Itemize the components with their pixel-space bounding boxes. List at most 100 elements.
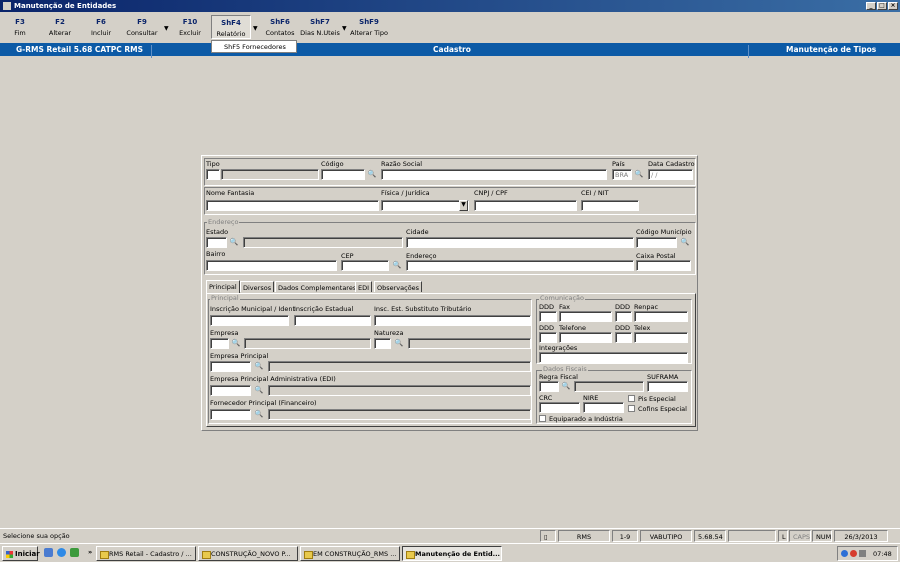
toolbar-excluir-button[interactable]: F10 Excluir	[170, 15, 210, 39]
tipo-input[interactable]	[206, 169, 220, 180]
toolbar-dias-uteis-button[interactable]: ShF7 Dias N.Uteis	[300, 15, 340, 39]
codigo-municipio-search-binoculars-icon[interactable]	[679, 237, 691, 248]
razao-social-input[interactable]	[381, 169, 607, 180]
relatorio-dropdown-menu[interactable]: ShF5 Fornecedores	[211, 40, 297, 53]
telefone-input[interactable]	[559, 332, 612, 343]
inscricao-municipal-input[interactable]	[210, 315, 289, 326]
equiparado-industria-label: Equiparado a Indústria	[549, 415, 623, 423]
minimize-button[interactable]: _	[866, 2, 876, 10]
status-message: Selecione sua opção	[3, 532, 70, 540]
crc-input[interactable]	[539, 402, 580, 413]
tab-dados-complementares[interactable]: Dados Complementares	[275, 281, 360, 292]
pais-input[interactable]: BRA	[612, 169, 632, 180]
ddd-fax-input[interactable]	[539, 311, 557, 322]
toolbar-relatorio-button[interactable]: ShF4 Relatório	[211, 15, 251, 39]
empresa-principal-adm-search-binoculars-icon[interactable]	[253, 385, 265, 396]
ddd-telex-input[interactable]	[615, 332, 632, 343]
tray-clock[interactable]: 07:48	[873, 550, 892, 558]
dias-uteis-dropdown-arrow-icon[interactable]: ▼	[342, 25, 347, 32]
tray-network-icon[interactable]	[841, 550, 848, 557]
cep-search-binoculars-icon[interactable]	[391, 260, 403, 271]
codigo-municipio-input[interactable]	[636, 237, 677, 248]
codigo-input[interactable]	[321, 169, 365, 180]
nome-fantasia-label: Nome Fantasia	[206, 189, 255, 197]
estado-description-field	[243, 237, 403, 248]
quicklaunch-chevron-icon[interactable]: »	[88, 548, 92, 556]
empresa-principal-adm-input[interactable]	[210, 385, 251, 396]
equiparado-industria-checkbox[interactable]	[539, 415, 546, 422]
regra-fiscal-search-binoculars-icon[interactable]	[560, 381, 572, 392]
regra-fiscal-input[interactable]	[539, 381, 559, 392]
status-date: 26/3/2013	[834, 530, 888, 542]
tab-observacoes[interactable]: Observações	[374, 281, 423, 292]
quicklaunch-browser-icon[interactable]	[57, 548, 66, 557]
start-button[interactable]: Iniciar	[2, 546, 40, 561]
fisica-juridica-select[interactable]	[381, 200, 469, 211]
ddd-telefone-input[interactable]	[539, 332, 557, 343]
bairro-input[interactable]	[206, 260, 337, 271]
cofins-especial-checkbox[interactable]	[628, 405, 635, 412]
toolbar-consultar-button[interactable]: F9 Consultar	[122, 15, 162, 39]
inscricao-estadual-input[interactable]	[294, 315, 371, 326]
tab-edi[interactable]: EDI	[355, 281, 373, 292]
insc-substituto-label: Insc. Est. Substituto Tributário	[374, 305, 472, 313]
empresa-search-binoculars-icon[interactable]	[230, 338, 242, 349]
telex-label: Telex	[634, 324, 651, 332]
pis-especial-checkbox[interactable]	[628, 395, 635, 402]
cei-nit-input[interactable]	[581, 200, 639, 211]
empresa-description-field	[244, 338, 371, 349]
empresa-principal-input[interactable]	[210, 361, 251, 372]
natureza-search-binoculars-icon[interactable]	[393, 338, 405, 349]
data-cadastro-input[interactable]: / /	[648, 169, 693, 180]
quicklaunch-desktop-icon[interactable]	[44, 548, 53, 557]
insc-substituto-input[interactable]	[374, 315, 531, 326]
cnpj-cpf-input[interactable]	[474, 200, 577, 211]
cidade-label: Cidade	[406, 228, 429, 236]
fornecedor-principal-search-binoculars-icon[interactable]	[253, 409, 265, 420]
tray-volume-icon[interactable]	[859, 550, 866, 557]
task-em-construcao[interactable]: EM CONSTRUÇÃO_RMS ...	[300, 546, 400, 561]
fax-input[interactable]	[559, 311, 612, 322]
integracoes-input[interactable]	[539, 352, 688, 363]
natureza-input[interactable]	[374, 338, 391, 349]
task-construcao-novo[interactable]: CONSTRUÇÃO_NOVO P...	[198, 546, 298, 561]
telex-input[interactable]	[634, 332, 688, 343]
quicklaunch-media-icon[interactable]	[70, 548, 79, 557]
cidade-input[interactable]	[406, 237, 634, 248]
endereco-group-label: Endereço	[207, 218, 240, 226]
estado-input[interactable]	[206, 237, 227, 248]
tab-diversos[interactable]: Diversos	[240, 281, 275, 292]
cnpj-cpf-label: CNPJ / CPF	[474, 189, 508, 197]
window-title-bar[interactable]: Manutenção de Entidades _ □ ×	[0, 0, 900, 12]
codigo-search-binoculars-icon[interactable]	[366, 169, 378, 180]
maximize-button[interactable]: □	[877, 2, 887, 10]
nire-input[interactable]	[583, 402, 624, 413]
task-rms-retail-cadastro[interactable]: RMS Retail - Cadastro / ...	[96, 546, 196, 561]
suframa-input[interactable]	[647, 381, 688, 392]
toolbar-alterar-button[interactable]: F2 Alterar	[40, 15, 80, 39]
nome-fantasia-input[interactable]	[206, 200, 379, 211]
toolbar-fim-button[interactable]: F3 Fim	[0, 15, 40, 39]
relatorio-dropdown-arrow-icon[interactable]: ▼	[253, 25, 258, 32]
renpac-input[interactable]	[634, 311, 688, 322]
toolbar-incluir-button[interactable]: F6 Incluir	[81, 15, 121, 39]
toolbar-alterar-tipo-button[interactable]: ShF9 Alterar Tipo	[349, 15, 389, 39]
consultar-dropdown-arrow-icon[interactable]: ▼	[164, 25, 169, 32]
empresa-input[interactable]	[210, 338, 229, 349]
estado-search-binoculars-icon[interactable]	[228, 237, 240, 248]
menu-item-fornecedores[interactable]: ShF5 Fornecedores	[224, 43, 286, 51]
tab-principal[interactable]: Principal	[206, 280, 240, 293]
cep-input[interactable]	[341, 260, 389, 271]
pais-search-binoculars-icon[interactable]	[633, 169, 645, 180]
fornecedor-principal-input[interactable]	[210, 409, 251, 420]
fisica-juridica-dropdown-arrow-icon[interactable]: ▼	[459, 200, 468, 211]
ddd-renpac-input[interactable]	[615, 311, 632, 322]
close-button[interactable]: ×	[888, 2, 898, 10]
empresa-principal-search-binoculars-icon[interactable]	[253, 361, 265, 372]
caixa-postal-input[interactable]	[636, 260, 691, 271]
endereco-input[interactable]	[406, 260, 634, 271]
tray-security-icon[interactable]	[850, 550, 857, 557]
empresa-principal-adm-description-field	[268, 385, 531, 396]
task-manutencao-entidades[interactable]: Manutenção de Entid...	[402, 546, 502, 561]
toolbar-contatos-button[interactable]: ShF6 Contatos	[260, 15, 300, 39]
